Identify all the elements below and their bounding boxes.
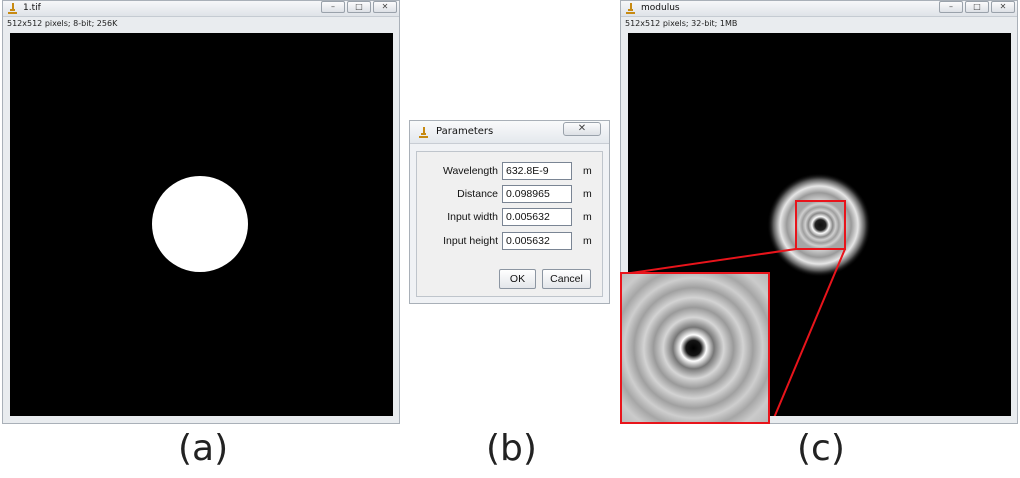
minimize-icon[interactable]: – (321, 1, 345, 13)
close-icon[interactable]: ✕ (563, 122, 601, 136)
microscope-icon (626, 3, 635, 14)
caption-c: (c) (797, 428, 845, 469)
input-width-unit: m (583, 211, 592, 223)
minimize-icon[interactable]: – (939, 1, 963, 13)
input-height-unit: m (583, 235, 592, 247)
parameters-dialog: Parameters ✕ Wavelength m Distance m Inp… (409, 120, 610, 304)
image-window-a: 1.tif – □ ✕ 512x512 pixels; 8-bit; 256K (2, 0, 400, 424)
zoom-inset (620, 272, 770, 424)
close-icon[interactable]: ✕ (373, 1, 397, 13)
image-info: 512x512 pixels; 8-bit; 256K (7, 19, 118, 28)
distance-field[interactable] (502, 185, 572, 203)
wavelength-label: Wavelength (442, 165, 498, 177)
input-height-field[interactable] (502, 232, 572, 250)
image-info: 512x512 pixels; 32-bit; 1MB (625, 19, 738, 28)
titlebar-a[interactable]: 1.tif – □ ✕ (3, 1, 399, 17)
dialog-body: Wavelength m Distance m Input width m In… (416, 151, 603, 297)
microscope-icon (419, 127, 428, 138)
input-width-field[interactable] (502, 208, 572, 226)
close-icon[interactable]: ✕ (991, 1, 1015, 13)
window-title: modulus (641, 3, 680, 13)
maximize-icon[interactable]: □ (965, 1, 989, 13)
input-height-label: Input height (443, 235, 498, 247)
zoom-connector-line (623, 248, 797, 275)
dialog-title: Parameters (436, 126, 494, 137)
microscope-icon (8, 3, 17, 14)
ok-button[interactable]: OK (499, 269, 536, 289)
titlebar-c[interactable]: modulus – □ ✕ (621, 1, 1017, 17)
maximize-icon[interactable]: □ (347, 1, 371, 13)
distance-unit: m (583, 188, 592, 200)
caption-b: (b) (486, 428, 537, 469)
dialog-titlebar[interactable]: Parameters ✕ (410, 121, 609, 144)
distance-label: Distance (457, 188, 498, 200)
wavelength-unit: m (583, 165, 592, 177)
aperture-disk (152, 176, 248, 272)
input-width-label: Input width (447, 211, 498, 223)
wavelength-field[interactable] (502, 162, 572, 180)
cancel-button[interactable]: Cancel (542, 269, 591, 289)
image-canvas[interactable] (10, 33, 393, 416)
caption-a: (a) (178, 428, 229, 469)
window-title: 1.tif (23, 3, 41, 13)
